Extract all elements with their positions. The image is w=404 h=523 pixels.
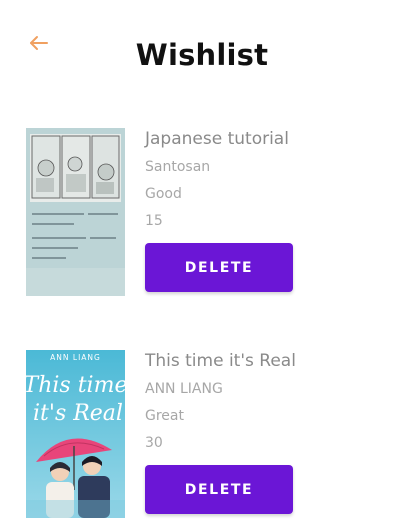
wishlist-screen: Wishlist Japanese tutorial Santosan Good… [0, 0, 404, 523]
book-price: 30 [145, 435, 163, 451]
book-price: 15 [145, 213, 163, 229]
cover-title-line-1: This time [26, 373, 125, 398]
page-title: Wishlist [135, 38, 269, 72]
book-author: ANN LIANG [145, 381, 223, 397]
book-info: Japanese tutorial Santosan Good 15 DELET… [145, 128, 293, 292]
delete-button[interactable]: DELETE [145, 243, 293, 292]
cover-title-line-2: it's Real [33, 401, 123, 426]
book-title: This time it's Real [145, 351, 296, 371]
wishlist-item: Japanese tutorial Santosan Good 15 DELET… [26, 128, 386, 298]
book-info: This time it's Real ANN LIANG Great 30 D… [145, 350, 296, 514]
cover-author-text: ANN LIANG [50, 353, 101, 362]
book-author: Santosan [145, 159, 211, 175]
wishlist-item: ANN LIANG This time it's Real This time … [26, 350, 386, 520]
book-title: Japanese tutorial [145, 129, 289, 149]
delete-button[interactable]: DELETE [145, 465, 293, 514]
book-cover-image: ANN LIANG This time it's Real [26, 350, 125, 518]
book-cover-image [26, 128, 125, 296]
book-condition: Great [145, 408, 184, 424]
book-condition: Good [145, 186, 182, 202]
